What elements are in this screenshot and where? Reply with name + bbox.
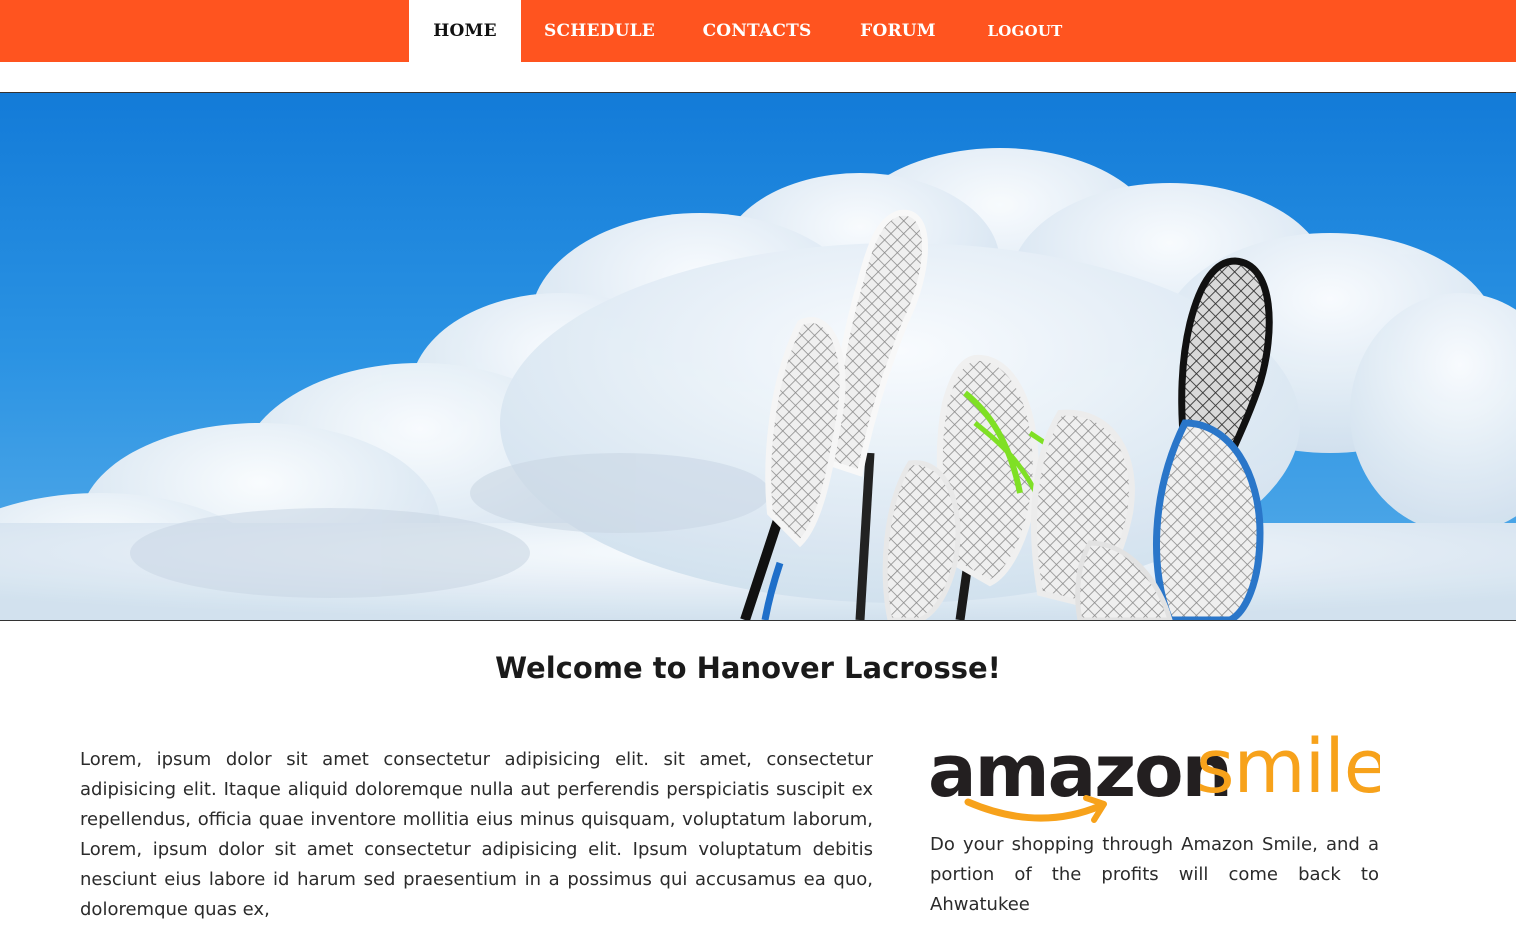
intro-paragraph: Lorem, ipsum dolor sit amet consectetur … <box>80 749 873 920</box>
lacrosse-sticks-sky-illustration <box>0 93 1516 620</box>
smile-logo-word: smile <box>1196 724 1380 810</box>
hero-banner-image <box>0 92 1516 621</box>
nav-item-logout[interactable]: LOGOUT <box>960 0 1090 62</box>
page-title: Welcome to Hanover Lacrosse! <box>495 651 1001 685</box>
top-navbar: HOME SCHEDULE CONTACTS FORUM LOGOUT <box>0 0 1516 62</box>
amazon-logo-word: amazon <box>928 729 1231 813</box>
amazon-smile-description: Do your shopping through Amazon Smile, a… <box>930 834 1379 915</box>
amazon-smile-logo-graphic: amazon smile <box>928 724 1389 823</box>
nav-item-schedule[interactable]: SCHEDULE <box>521 0 678 62</box>
nav-menu: HOME SCHEDULE CONTACTS FORUM LOGOUT <box>409 0 1090 62</box>
nav-item-home[interactable]: HOME <box>409 0 521 62</box>
nav-item-forum[interactable]: FORUM <box>836 0 960 62</box>
amazon-smile-logo[interactable]: amazon smile <box>928 724 1389 830</box>
nav-item-contacts[interactable]: CONTACTS <box>678 0 836 62</box>
